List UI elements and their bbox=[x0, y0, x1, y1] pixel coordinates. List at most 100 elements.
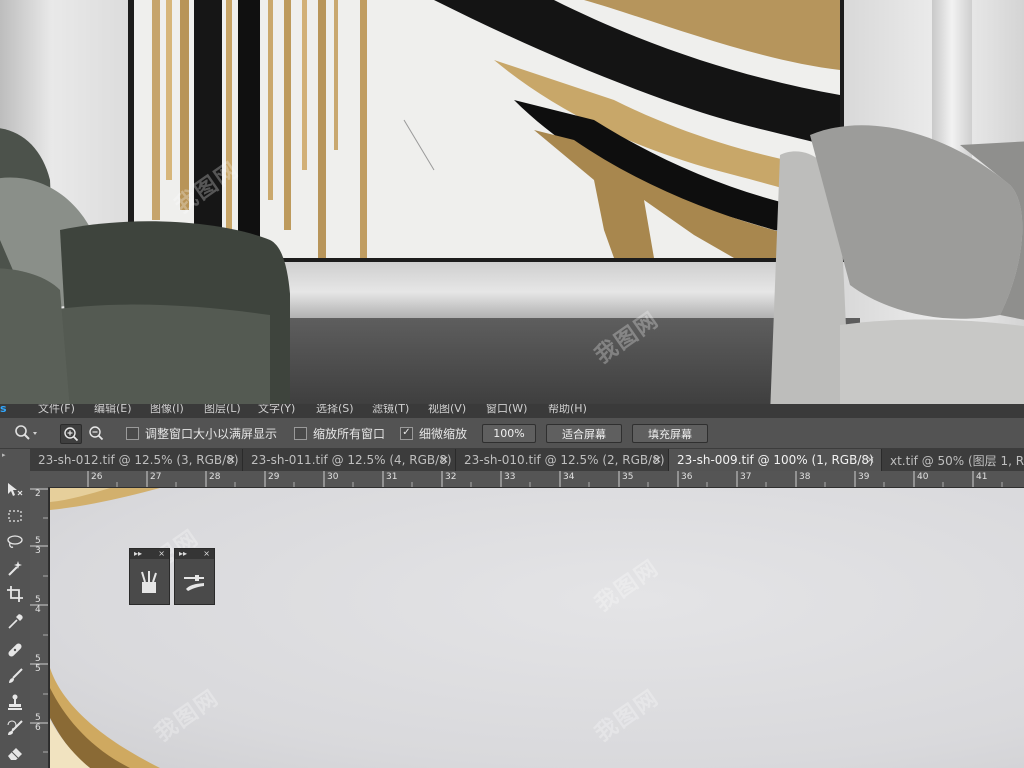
ruler-label: 28 bbox=[209, 472, 221, 482]
ruler-origin[interactable] bbox=[30, 471, 50, 488]
tab-title: 23-sh-009.tif @ 100% (1, RGB/8) bbox=[677, 453, 874, 467]
ruler-label: 27 bbox=[150, 472, 162, 482]
tools-panel: ▸ bbox=[0, 449, 31, 768]
menu-select[interactable]: 选择(S) bbox=[316, 404, 354, 416]
brush-presets-mini-panel[interactable]: ▸▸ × bbox=[129, 548, 170, 605]
options-bar: 调整窗口大小以满屏显示 缩放所有窗口 ✓ 细微缩放 100% 适合屏幕 填充屏幕 bbox=[0, 418, 1024, 449]
horizontal-ruler[interactable]: 26 27 28 29 30 31 32 33 34 35 36 37 38 3… bbox=[50, 471, 1024, 488]
tab-close-icon[interactable]: × bbox=[440, 453, 449, 466]
brush-settings-icon bbox=[184, 575, 204, 591]
menu-bar: s 文件(F) 编辑(E) 图像(I) 图层(L) 文字(Y) 选择(S) 滤镜… bbox=[0, 404, 1024, 418]
panel-close-icon[interactable]: × bbox=[203, 549, 210, 559]
menu-layer[interactable]: 图层(L) bbox=[204, 404, 241, 416]
document-canvas[interactable]: 我图网 我图网 我图网 我图网 bbox=[50, 488, 1024, 768]
ruler-label: 33 bbox=[504, 472, 516, 482]
eyedropper-tool-icon[interactable] bbox=[3, 611, 27, 633]
scrubby-zoom-option[interactable]: ✓ 细微缩放 bbox=[400, 418, 467, 448]
ruler-label: 5 bbox=[35, 713, 41, 723]
tab-title: 23-sh-012.tif @ 12.5% (3, RGB/8) bbox=[38, 453, 239, 467]
ruler-label: 5 bbox=[35, 536, 41, 546]
menu-type[interactable]: 文字(Y) bbox=[258, 404, 295, 416]
brush-tool-icon[interactable] bbox=[3, 665, 27, 687]
ruler-label: 29 bbox=[268, 472, 280, 482]
scrubby-zoom-label: 细微缩放 bbox=[419, 426, 468, 441]
document-tab-active[interactable]: 23-sh-009.tif @ 100% (1, RGB/8) × bbox=[669, 449, 882, 471]
crop-tool-icon[interactable] bbox=[3, 583, 27, 605]
zoom-all-windows-label: 缩放所有窗口 bbox=[313, 426, 386, 441]
ruler-label: 5 bbox=[35, 664, 41, 674]
ruler-label: 26 bbox=[91, 472, 103, 482]
zoom-out-button[interactable] bbox=[86, 424, 106, 442]
panel-expand-icon[interactable]: ▸▸ bbox=[134, 549, 142, 559]
ruler-label: 32 bbox=[445, 472, 457, 482]
document-tab[interactable]: 23-sh-012.tif @ 12.5% (3, RGB/8) × bbox=[30, 449, 243, 471]
document-tab[interactable]: xt.tif @ 50% (图层 1, RGB/8) bbox=[882, 449, 1024, 471]
ruler-label: 37 bbox=[740, 472, 752, 482]
zoom-tool-icon bbox=[15, 425, 37, 440]
fit-screen-button[interactable]: 适合屏幕 bbox=[546, 424, 622, 443]
panel-expand-icon[interactable]: ▸▸ bbox=[179, 549, 187, 559]
document-tab[interactable]: 23-sh-011.tif @ 12.5% (4, RGB/8) × bbox=[243, 449, 456, 471]
floor-rug bbox=[200, 318, 860, 404]
ruler-label: 38 bbox=[799, 472, 811, 482]
zoom-100-button[interactable]: 100% bbox=[482, 424, 536, 443]
tab-close-icon[interactable]: × bbox=[227, 453, 236, 466]
tools-panel-collapse-icon[interactable]: ▸ bbox=[2, 451, 28, 459]
document-tab[interactable]: 23-sh-010.tif @ 12.5% (2, RGB/8) × bbox=[456, 449, 669, 471]
tab-title: 23-sh-011.tif @ 12.5% (4, RGB/8) bbox=[251, 453, 452, 467]
scrubby-zoom-checkbox[interactable]: ✓ bbox=[400, 426, 413, 440]
menu-window[interactable]: 窗口(W) bbox=[486, 404, 527, 416]
resize-windows-label: 调整窗口大小以满屏显示 bbox=[145, 426, 278, 441]
resize-windows-option[interactable]: 调整窗口大小以满屏显示 bbox=[126, 418, 277, 448]
background-photo: 我图网 我图网 bbox=[0, 0, 1024, 404]
menu-image[interactable]: 图像(I) bbox=[150, 404, 184, 416]
magic-wand-tool-icon[interactable] bbox=[3, 557, 27, 579]
zoom-all-windows-checkbox[interactable] bbox=[294, 426, 307, 440]
ruler-label: 31 bbox=[386, 472, 398, 482]
eraser-tool-icon[interactable] bbox=[3, 742, 27, 764]
history-brush-tool-icon[interactable] bbox=[3, 717, 27, 739]
ruler-label: 5 bbox=[35, 654, 41, 664]
tab-close-icon[interactable]: × bbox=[653, 453, 662, 466]
menu-help[interactable]: 帮助(H) bbox=[548, 404, 587, 416]
sofa-right bbox=[770, 125, 1024, 404]
ruler-label: 40 bbox=[917, 472, 929, 482]
ruler-label: 36 bbox=[681, 472, 693, 482]
menu-filter[interactable]: 滤镜(T) bbox=[372, 404, 409, 416]
ruler-label: 39 bbox=[858, 472, 870, 482]
ruler-label: 30 bbox=[327, 472, 339, 482]
ruler-label: 41 bbox=[976, 472, 988, 482]
healing-brush-tool-icon[interactable] bbox=[3, 639, 27, 661]
move-tool-icon[interactable] bbox=[3, 479, 27, 501]
panel-close-icon[interactable]: × bbox=[158, 549, 165, 559]
zoom-all-windows-option[interactable]: 缩放所有窗口 bbox=[294, 418, 385, 448]
zoom-in-button[interactable] bbox=[60, 424, 82, 444]
zoom-tool-preset-picker[interactable] bbox=[14, 418, 38, 448]
armchair-left bbox=[0, 128, 290, 404]
ruler-label: 3 bbox=[35, 546, 41, 556]
zoom-out-icon bbox=[89, 426, 104, 441]
menu-edit[interactable]: 编辑(E) bbox=[94, 404, 132, 416]
ruler-label: 6 bbox=[35, 723, 41, 733]
zoom-in-icon bbox=[64, 427, 79, 442]
resize-windows-checkbox[interactable] bbox=[126, 426, 139, 440]
marquee-tool-icon[interactable] bbox=[3, 505, 27, 527]
document-tab-bar: 23-sh-012.tif @ 12.5% (3, RGB/8) × 23-sh… bbox=[30, 449, 1024, 471]
clone-stamp-tool-icon[interactable] bbox=[3, 691, 27, 713]
menu-file[interactable]: 文件(F) bbox=[38, 404, 75, 416]
ruler-label: 5 bbox=[35, 595, 41, 605]
menu-view[interactable]: 视图(V) bbox=[428, 404, 466, 416]
ruler-label: 2 bbox=[35, 489, 41, 499]
tab-title: xt.tif @ 50% (图层 1, RGB/8) bbox=[890, 453, 1024, 468]
brush-settings-mini-panel[interactable]: ▸▸ × bbox=[174, 548, 215, 605]
photoshop-logo-icon: s bbox=[0, 404, 7, 415]
ruler-label: 4 bbox=[35, 605, 41, 615]
lasso-tool-icon[interactable] bbox=[3, 531, 27, 553]
ruler-label: 35 bbox=[622, 472, 634, 482]
vertical-ruler[interactable]: 2 5 3 5 4 5 5 5 6 bbox=[30, 487, 49, 768]
fill-screen-button[interactable]: 填充屏幕 bbox=[632, 424, 708, 443]
brush-presets-icon bbox=[141, 571, 157, 593]
ruler-label: 34 bbox=[563, 472, 575, 482]
tab-title: 23-sh-010.tif @ 12.5% (2, RGB/8) bbox=[464, 453, 665, 467]
tab-close-icon[interactable]: × bbox=[866, 453, 875, 466]
